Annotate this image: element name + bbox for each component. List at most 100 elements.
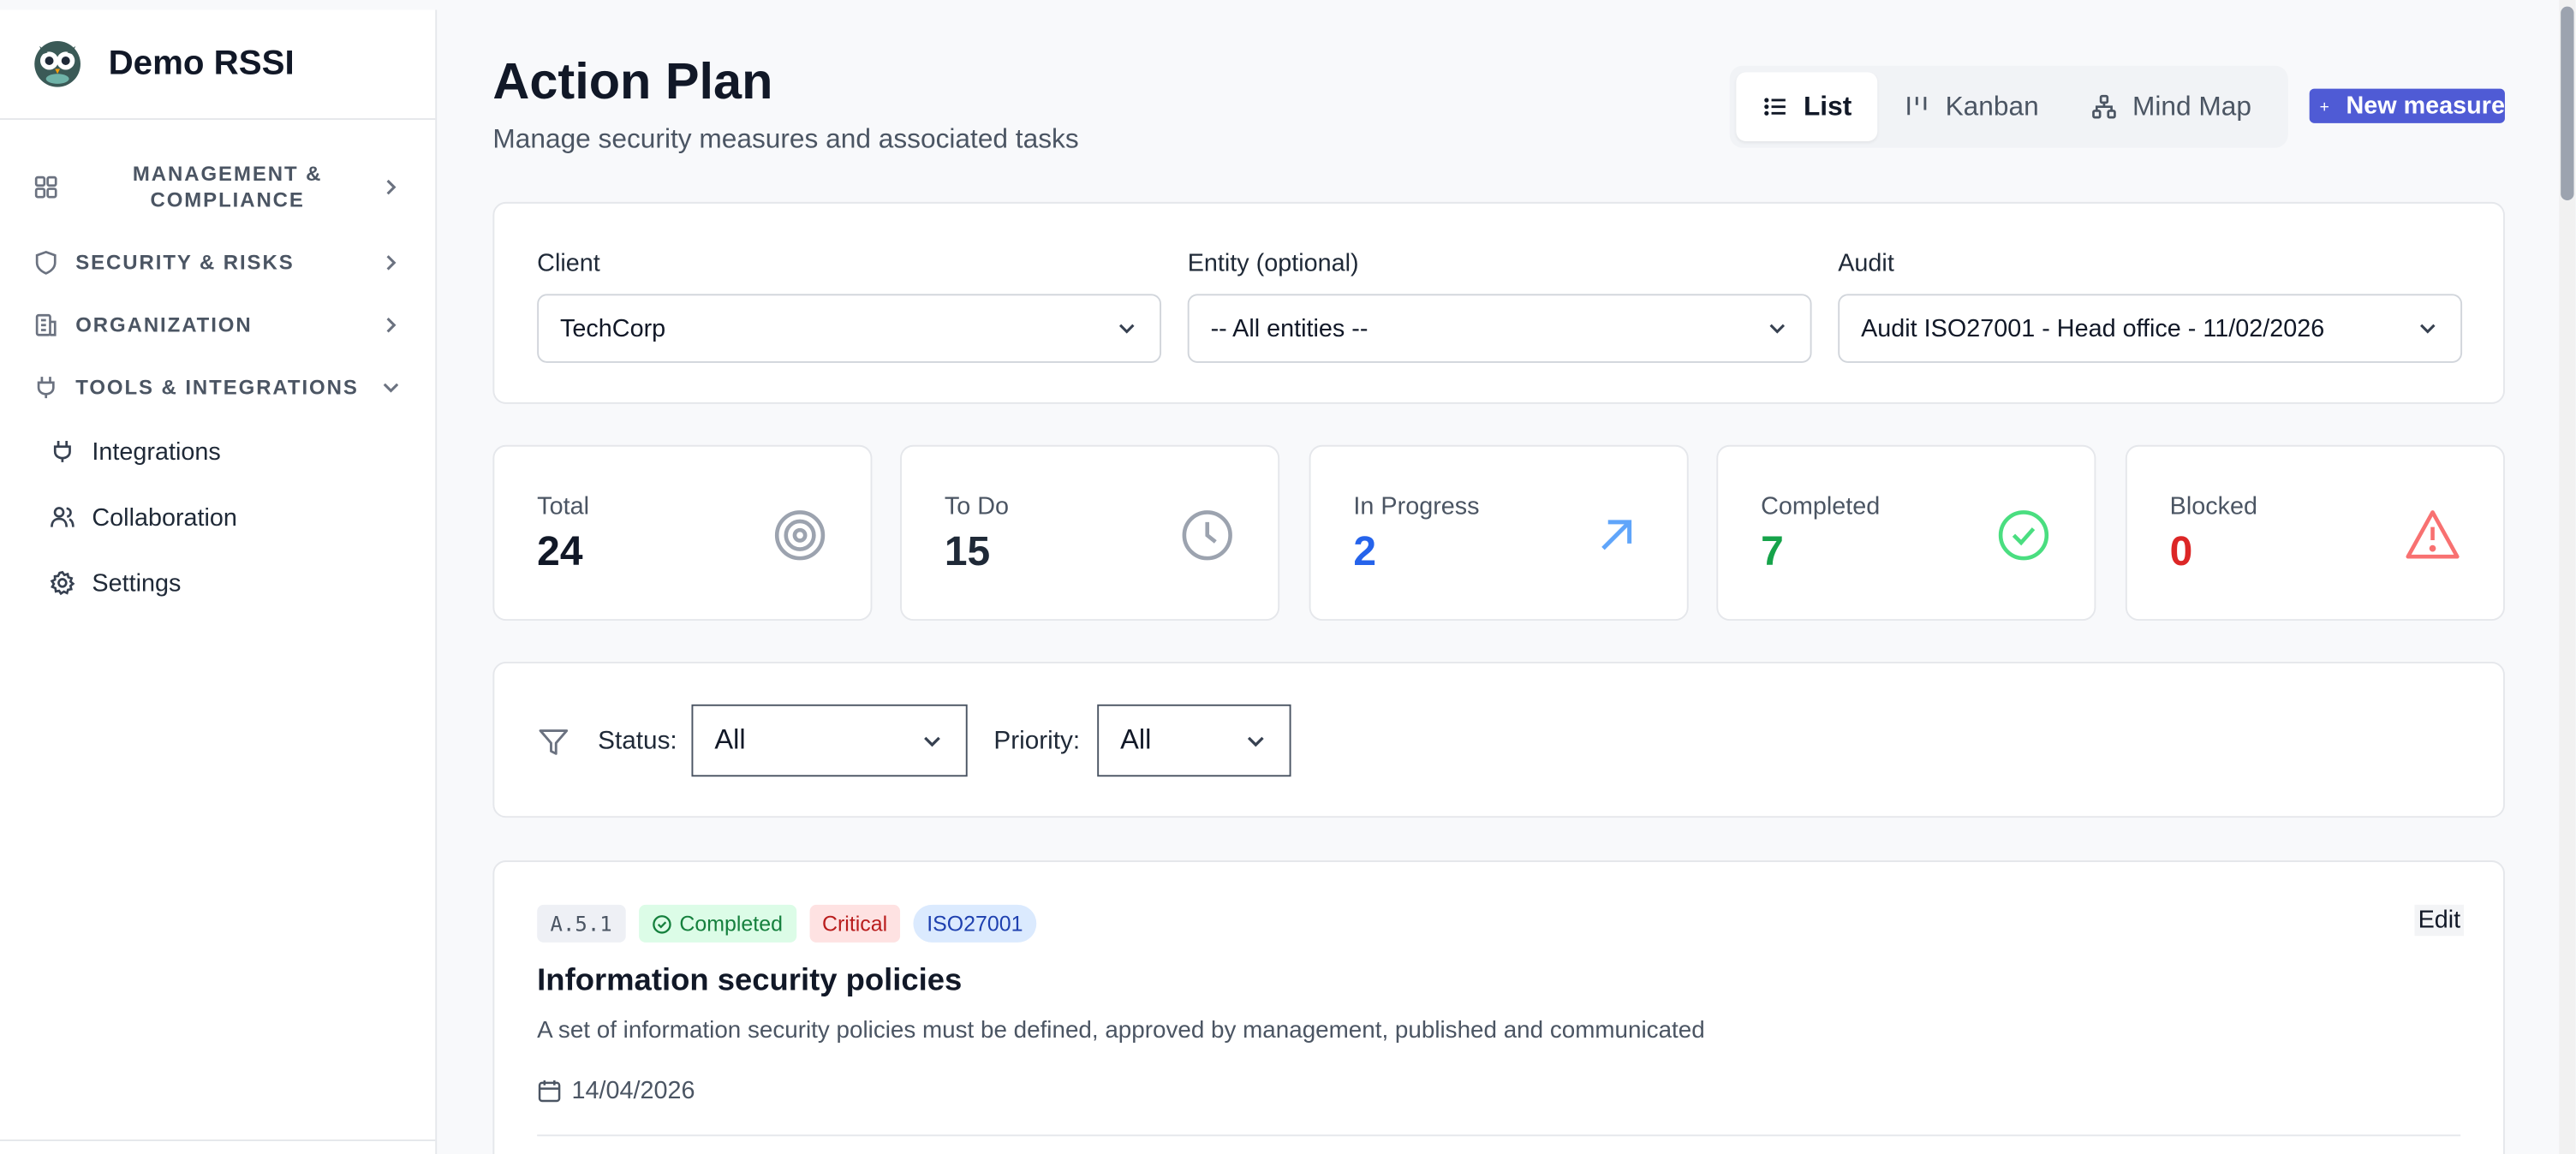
- arrow-up-right-icon: [1601, 520, 1632, 550]
- client-select[interactable]: TechCorp: [537, 294, 1162, 363]
- chevron-down-icon: [2420, 324, 2436, 334]
- plug-icon: [37, 377, 55, 399]
- tab-kanban[interactable]: Kanban: [1878, 72, 2065, 141]
- stat-value: 24: [537, 528, 583, 575]
- stat-label: In Progress: [1353, 492, 1480, 521]
- chevron-down-icon: [1118, 324, 1135, 334]
- owl-logo-icon: [34, 40, 80, 87]
- tab-label: Mind Map: [2132, 91, 2251, 121]
- status-badge: Completed: [638, 904, 796, 943]
- chevron-right-icon: [386, 179, 397, 195]
- brand[interactable]: Demo RSSI: [0, 10, 436, 121]
- measure-title[interactable]: Information security policies: [537, 964, 962, 1000]
- new-measure-label: New measure: [2346, 92, 2505, 121]
- calendar-icon: [538, 1080, 561, 1103]
- users-icon: [51, 507, 75, 527]
- entity-label: Entity (optional): [1187, 249, 1359, 278]
- sidebar-section-tools-integrations[interactable]: TOOLS & INTEGRATIONS: [0, 356, 435, 419]
- stat-label: Completed: [1761, 492, 1881, 521]
- sidebar-item-collaboration[interactable]: Collaboration: [0, 485, 435, 550]
- grid-icon: [34, 175, 57, 199]
- measure-tags: A.5.1 Completed Critical ISO27001: [537, 904, 1036, 943]
- stat-label: Total: [537, 492, 589, 521]
- entity-value: -- All entities --: [1210, 314, 1368, 342]
- sidebar-section-label: SECURITY & RISKS: [75, 251, 295, 275]
- stat-card-completed: Completed 7: [1716, 444, 2096, 622]
- audit-select[interactable]: Audit ISO27001 - Head office - 11/02/202…: [1838, 294, 2463, 363]
- priority-label: Priority:: [993, 727, 1081, 756]
- sidebar-section-label: TOOLS & INTEGRATIONS: [75, 376, 359, 400]
- chevron-down-icon: [1769, 324, 1786, 334]
- measure-code-badge: A.5.1: [537, 904, 626, 943]
- sidebar-item-integrations[interactable]: Integrations: [0, 419, 435, 485]
- edit-button[interactable]: Edit: [2414, 904, 2464, 937]
- page-subtitle: Manage security measures and associated …: [492, 124, 1079, 155]
- shield-icon: [35, 250, 57, 275]
- audit-label: Audit: [1838, 249, 1894, 278]
- stat-card-blocked: Blocked 0: [2125, 444, 2505, 622]
- measure-date-value: 14/04/2026: [571, 1077, 695, 1105]
- check-circle-icon: [1998, 510, 2049, 561]
- plug-icon: [53, 440, 71, 462]
- check-circle-icon: [652, 914, 671, 933]
- view-switcher: List Kanban Mind Map: [1729, 65, 2288, 148]
- chevron-right-icon: [386, 255, 397, 271]
- app-name: Demo RSSI: [108, 44, 295, 82]
- scope-filters-card: Client TechCorp Entity (optional) -- All…: [492, 201, 2505, 404]
- sidebar-section-organization[interactable]: ORGANIZATION: [0, 294, 435, 356]
- status-label: Status:: [598, 727, 677, 756]
- page-title: Action Plan: [492, 52, 773, 110]
- filter-icon: [539, 729, 569, 755]
- target-icon: [774, 510, 826, 561]
- status-badge-label: Completed: [679, 911, 783, 937]
- scrollbar-thumb[interactable]: [2561, 6, 2574, 200]
- measure-description: A set of information security policies m…: [537, 1018, 1705, 1044]
- stat-value: 0: [2169, 528, 2193, 575]
- chevron-down-icon: [1247, 735, 1264, 747]
- framework-badge: ISO27001: [913, 904, 1036, 943]
- sidebar-section-label: ORGANIZATION: [75, 313, 253, 337]
- entity-filter: Entity (optional) -- All entities --: [1187, 249, 1812, 363]
- status-priority-filter-bar: Status: All Priority: All: [492, 661, 2505, 818]
- sidebar-footer-divider: [0, 1139, 436, 1142]
- stat-card-total: Total 24: [492, 444, 873, 622]
- list-icon: [1764, 98, 1786, 116]
- tab-label: Kanban: [1945, 91, 2039, 121]
- sidebar-section-security-risks[interactable]: SECURITY & RISKS: [0, 231, 435, 294]
- status-value: All: [714, 723, 746, 756]
- sidebar-item-settings[interactable]: Settings: [0, 550, 435, 616]
- client-label: Client: [537, 249, 600, 278]
- sidebar-item-label: Integrations: [92, 437, 221, 466]
- stat-value: 15: [944, 528, 991, 575]
- new-measure-button[interactable]: New measure: [2309, 88, 2505, 123]
- page-scrollbar[interactable]: [2559, 0, 2576, 1154]
- sidebar-section-label: MANAGEMENT & COMPLIANCE: [132, 162, 323, 212]
- audit-value: Audit ISO27001 - Head office - 11/02/202…: [1861, 314, 2325, 342]
- chevron-down-icon: [924, 735, 940, 747]
- plus-icon: [2320, 101, 2329, 110]
- kanban-icon: [1907, 97, 1927, 116]
- gear-icon: [50, 570, 75, 596]
- chevron-right-icon: [386, 318, 397, 333]
- measure-divider: [537, 1134, 2461, 1137]
- warning-icon: [2406, 510, 2460, 559]
- sidebar-item-label: Settings: [92, 568, 182, 598]
- priority-select[interactable]: All: [1097, 704, 1291, 777]
- client-filter: Client TechCorp: [537, 249, 1162, 363]
- sidebar-section-management-compliance[interactable]: MANAGEMENT & COMPLIANCE: [0, 143, 435, 232]
- tab-list[interactable]: List: [1736, 72, 1878, 141]
- status-select[interactable]: All: [691, 704, 968, 777]
- stat-value: 2: [1353, 528, 1377, 575]
- sidebar-item-label: Collaboration: [92, 503, 237, 532]
- measure-due-date: 14/04/2026: [537, 1077, 695, 1105]
- client-value: TechCorp: [560, 314, 666, 342]
- priority-value: All: [1120, 723, 1152, 756]
- tab-mind-map[interactable]: Mind Map: [2065, 72, 2277, 141]
- chevron-down-icon: [383, 383, 399, 393]
- measure-card: A.5.1 Completed Critical ISO27001 Edit I…: [492, 860, 2505, 1154]
- priority-badge: Critical: [808, 904, 901, 943]
- sidebar-nav: MANAGEMENT & COMPLIANCE SECURITY & RISKS…: [0, 120, 435, 616]
- stat-card-to-do: To Do 15: [900, 444, 1280, 622]
- entity-select[interactable]: -- All entities --: [1187, 294, 1812, 363]
- clock-icon: [1182, 510, 1232, 561]
